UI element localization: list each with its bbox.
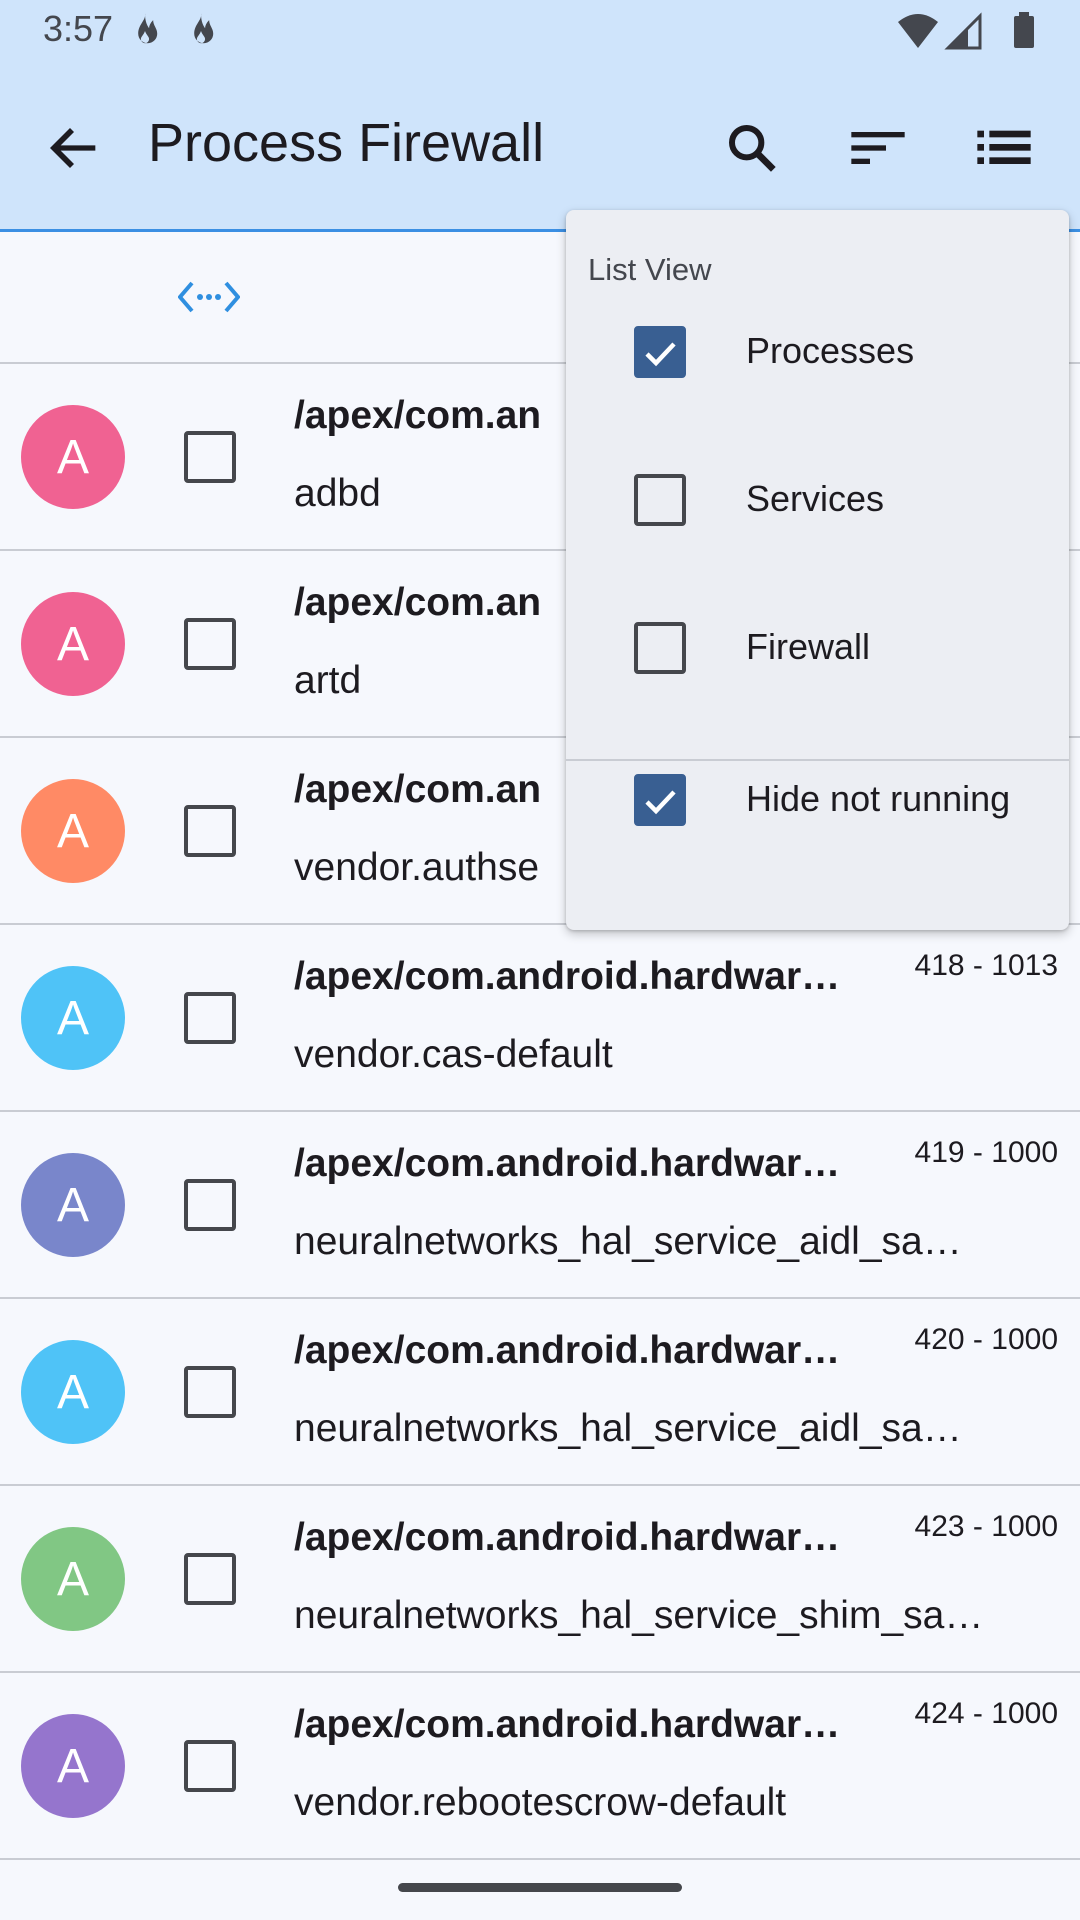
process-row[interactable]: A/apex/com.android.hardwar… neuralnetwork… (0, 1486, 1080, 1673)
menu-checkbox[interactable] (634, 774, 686, 826)
menu-checkbox[interactable] (634, 326, 686, 378)
check-icon (645, 790, 676, 815)
gesture-nav-bar[interactable] (398, 1883, 682, 1892)
menu-checkbox[interactable] (634, 622, 686, 674)
sort-icon[interactable] (846, 116, 910, 180)
process-pid: 420 - 1000 (914, 1323, 1058, 1356)
process-row[interactable]: A/apex/com.android.hardwar… vendor.cas-de… (0, 925, 1080, 1112)
page-title: Process Firewall (148, 113, 545, 173)
menu-divider (566, 759, 1069, 761)
row-checkbox[interactable] (184, 618, 236, 670)
row-checkbox[interactable] (184, 1366, 236, 1418)
check-icon (645, 342, 676, 367)
avatar: A (21, 405, 125, 509)
flame-icon (194, 13, 214, 44)
code-arrows-icon[interactable] (178, 277, 240, 317)
signal-icon (944, 12, 982, 50)
menu-item-label: Processes (746, 330, 915, 371)
menu-item-hide-not-running[interactable]: Hide not running (566, 730, 1069, 870)
avatar: A (21, 592, 125, 696)
row-checkbox[interactable] (184, 1740, 236, 1792)
process-name: neuralnetworks_hal_service_shim_sa… (294, 1594, 984, 1637)
avatar: A (21, 1153, 125, 1257)
process-name: neuralnetworks_hal_service_aidl_sa… (294, 1220, 962, 1263)
process-path: /apex/com.android.hardwar… (294, 955, 841, 998)
process-pid: 423 - 1000 (914, 1510, 1058, 1543)
process-name: neuralnetworks_hal_service_aidl_sa… (294, 1407, 962, 1450)
process-row[interactable]: A/apex/com.android.hardwar… vendor.reboot… (0, 1673, 1080, 1860)
process-name: vendor.rebootescrow-default (294, 1781, 787, 1824)
process-name: vendor.cas-default (294, 1033, 613, 1076)
process-pid: 419 - 1000 (914, 1136, 1058, 1169)
process-row[interactable]: A/apex/com.android.hardwar… neuralnetwork… (0, 1299, 1080, 1486)
avatar: A (21, 1527, 125, 1631)
wifi-icon (898, 14, 938, 48)
list-view-icon[interactable] (972, 116, 1036, 180)
search-icon[interactable] (720, 116, 784, 180)
avatar: A (21, 1714, 125, 1818)
avatar: A (21, 1340, 125, 1444)
status-bar: 3:57 (0, 0, 1080, 62)
avatar: A (21, 779, 125, 883)
menu-item-firewall[interactable]: Firewall (566, 578, 1069, 718)
row-checkbox[interactable] (184, 1179, 236, 1231)
process-path: /apex/com.android.hardwar… (294, 1516, 841, 1559)
status-icons (898, 12, 1034, 50)
row-checkbox[interactable] (184, 805, 236, 857)
list-view-menu: List View Processes Services Firewall Hide … (566, 210, 1069, 930)
battery-icon (1014, 12, 1034, 48)
process-path: /apex/com.android.hardwar… (294, 1703, 841, 1746)
row-checkbox[interactable] (184, 992, 236, 1044)
process-path: /apex/com.android.hardwar… (294, 1329, 841, 1372)
flame-icon (138, 13, 158, 44)
process-path: /apex/com.android.hardwar… (294, 1142, 841, 1185)
status-time: 3:57 (43, 8, 114, 49)
row-checkbox[interactable] (184, 1553, 236, 1605)
menu-item-services[interactable]: Services (566, 430, 1069, 570)
back-arrow-icon[interactable] (42, 116, 106, 180)
menu-item-label: Firewall (746, 626, 871, 667)
avatar: A (21, 966, 125, 1070)
menu-checkbox[interactable] (634, 474, 686, 526)
app-bar: Process Firewall (0, 62, 1080, 232)
process-pid: 424 - 1000 (914, 1697, 1058, 1730)
row-checkbox[interactable] (184, 431, 236, 483)
process-row[interactable]: A/apex/com.android.hardwar… neuralnetwork… (0, 1112, 1080, 1299)
menu-item-processes[interactable]: Processes (566, 282, 1069, 422)
process-pid: 418 - 1013 (914, 949, 1058, 982)
menu-item-label: Services (746, 478, 885, 519)
menu-item-label: Hide not running (746, 778, 1011, 819)
